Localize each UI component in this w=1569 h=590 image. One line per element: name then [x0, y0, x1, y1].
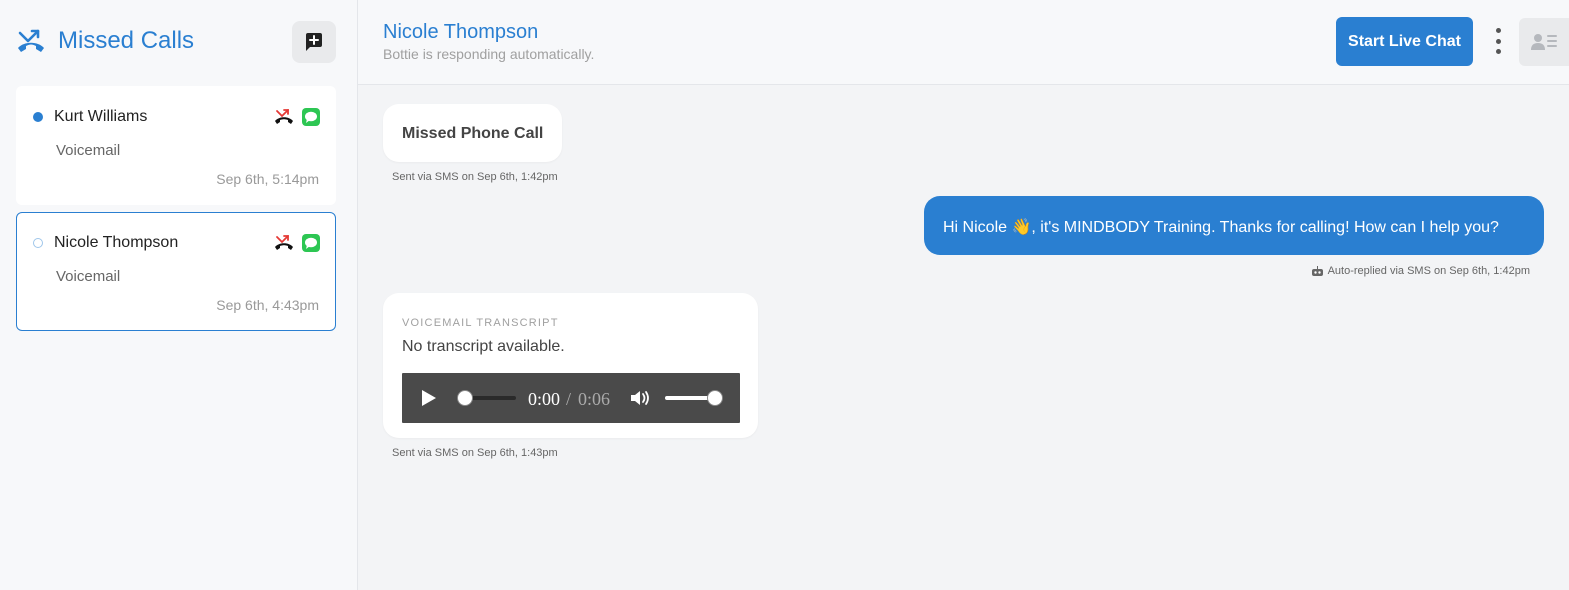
new-message-icon: [306, 33, 322, 51]
unread-indicator: [33, 112, 43, 122]
bot-status: Bottie is responding automatically.: [383, 46, 595, 62]
audio-time-separator: /: [566, 389, 572, 409]
message-meta-text: Auto-replied via SMS on Sep 6th, 1:42pm: [1327, 265, 1530, 277]
conversation-item[interactable]: Kurt Williams Voicemail Sep 6th, 5:14pm: [16, 86, 336, 205]
conversation-time: Sep 6th, 4:43pm: [216, 297, 319, 313]
sms-icon: [302, 108, 320, 126]
message-meta: Auto-replied via SMS on Sep 6th, 1:42pm: [1311, 265, 1530, 277]
missed-call-message: Missed Phone Call: [383, 104, 562, 162]
message-meta: Sent via SMS on Sep 6th, 1:43pm: [392, 447, 558, 459]
robot-icon: [1311, 265, 1323, 276]
contact-name: Nicole Thompson: [383, 21, 539, 43]
conversation-icons: [274, 234, 320, 252]
more-options-button[interactable]: [1488, 26, 1508, 56]
missed-call-icon: [275, 235, 293, 250]
audio-current-time: 0:00: [528, 389, 561, 409]
auto-reply-message: Hi Nicole 👋, it's MINDBODY Training. Tha…: [924, 196, 1544, 255]
sms-icon: [302, 234, 320, 252]
message-text: Hi Nicole 👋, it's MINDBODY Training. Tha…: [943, 219, 1499, 236]
sidebar: Missed Calls Kurt Williams Voicemail Sep…: [0, 0, 358, 590]
message-text: Missed Phone Call: [402, 125, 544, 142]
voicemail-message: VOICEMAIL TRANSCRIPT No transcript avail…: [383, 293, 758, 438]
conversation-list: Kurt Williams Voicemail Sep 6th, 5:14pm …: [16, 86, 336, 338]
voicemail-transcript: No transcript available.: [402, 338, 565, 355]
conversation-item[interactable]: Nicole Thompson Voicemail Sep 6th, 4:43p…: [16, 212, 336, 331]
play-icon[interactable]: [418, 388, 438, 408]
conversation-icons: [274, 108, 320, 126]
conversation-pane: Nicole Thompson Bottie is responding aut…: [358, 0, 1569, 590]
audio-progress-handle[interactable]: [457, 390, 473, 406]
new-message-button[interactable]: [292, 21, 336, 63]
message-meta: Sent via SMS on Sep 6th, 1:42pm: [392, 171, 558, 183]
volume-handle[interactable]: [707, 390, 723, 406]
missed-call-icon: [18, 29, 44, 52]
conversation-name: Kurt Williams: [54, 108, 148, 125]
conversation-header: Nicole Thompson Bottie is responding aut…: [358, 0, 1569, 85]
start-live-chat-button[interactable]: Start Live Chat: [1336, 17, 1473, 66]
conversation-name: Nicole Thompson: [54, 234, 179, 251]
volume-icon[interactable]: [630, 389, 652, 407]
sidebar-title: Missed Calls: [58, 27, 195, 54]
volume-slider[interactable]: [665, 390, 723, 406]
voicemail-label: VOICEMAIL TRANSCRIPT: [402, 317, 559, 329]
conversation-preview: Voicemail: [56, 142, 121, 159]
audio-player: 0:00 / 0:06: [402, 373, 740, 423]
sidebar-header: Missed Calls: [0, 0, 357, 85]
contact-profile-button[interactable]: [1519, 18, 1569, 66]
read-indicator: [33, 238, 43, 248]
conversation-preview: Voicemail: [56, 268, 121, 285]
audio-progress-bar[interactable]: [457, 390, 516, 406]
missed-call-icon: [275, 109, 293, 124]
conversation-time: Sep 6th, 5:14pm: [216, 171, 319, 187]
contact-card-icon: [1531, 34, 1557, 50]
audio-duration: 0:06: [578, 389, 611, 409]
vertical-ellipsis-icon: [1495, 28, 1501, 33]
